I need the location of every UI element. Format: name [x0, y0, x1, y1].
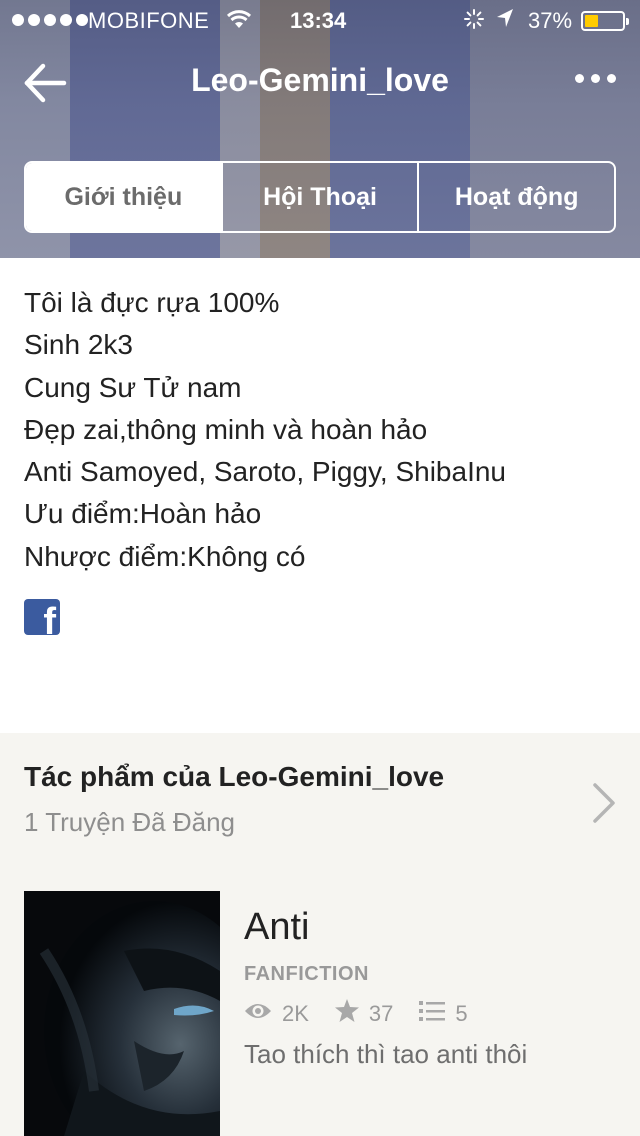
profile-username-title: Leo-Gemini_love — [191, 62, 449, 98]
votes-stat: 37 — [334, 999, 394, 1028]
story-stats: 2K 37 5 — [244, 999, 494, 1028]
bio-line: Cung Sư Tử nam — [24, 371, 242, 403]
story-title[interactable]: Anti — [244, 906, 309, 949]
bio-line: Ưu điểm:Hoàn hảo — [24, 498, 262, 530]
bio-line: Tôi là đực rựa 100% — [24, 287, 280, 318]
story-description: Tao thích thì tao anti thôi — [244, 1039, 528, 1069]
eye-icon — [244, 1001, 282, 1027]
wifi-icon — [226, 8, 252, 36]
tab-about[interactable]: Giới thiệu — [26, 163, 221, 231]
status-time: 13:34 — [290, 8, 347, 33]
battery-icon — [581, 11, 629, 31]
works-count: 1 Truyện Đã Đăng — [24, 807, 236, 837]
back-arrow-icon[interactable] — [22, 60, 68, 106]
star-icon — [334, 999, 369, 1028]
parts-stat: 5 — [419, 1000, 468, 1028]
chevron-right-icon[interactable] — [590, 781, 618, 825]
tab-activity[interactable]: Hoạt động — [417, 163, 614, 231]
profile-bio: Tôi là đực rựa 100% Sinh 2k3 Cung Sư Tử … — [24, 282, 614, 578]
bio-line: Anti Samoyed, Saroto, Piggy, ShibaInu — [24, 456, 506, 488]
profile-tabs: Giới thiệu Hội Thoại Hoạt động — [24, 161, 616, 233]
reads-count: 2K — [282, 1000, 309, 1026]
activity-spinner-icon — [463, 8, 485, 36]
signal-strength-icon — [12, 14, 88, 26]
bio-line: Nhược điểm:Không có — [24, 540, 306, 572]
profile-header: MOBIFONE 13:34 37% Leo-Gemini_love Giới … — [0, 0, 640, 258]
story-genre: FANFICTION — [244, 963, 369, 985]
more-options-icon[interactable] — [575, 74, 616, 83]
votes-count: 37 — [368, 1000, 394, 1026]
story-cover-image[interactable] — [24, 891, 220, 1136]
works-title[interactable]: Tác phẩm của Leo-Gemini_love — [24, 761, 444, 793]
status-bar: MOBIFONE 13:34 37% — [0, 0, 640, 40]
facebook-icon[interactable]: f — [24, 599, 60, 635]
nav-bar: Leo-Gemini_love — [0, 50, 640, 120]
battery-percent: 37% — [528, 8, 573, 33]
carrier-name: MOBIFONE — [88, 8, 210, 33]
list-icon — [419, 1000, 455, 1028]
reads-stat: 2K — [244, 1001, 309, 1027]
works-section: Tác phẩm của Leo-Gemini_love 1 Truyện Đã… — [0, 733, 640, 1136]
battery-level — [585, 15, 598, 27]
parts-count: 5 — [455, 1000, 468, 1026]
bio-line: Sinh 2k3 — [24, 329, 133, 361]
location-arrow-icon — [495, 7, 515, 35]
bio-line: Đẹp zai,thông minh và hoàn hảo — [24, 413, 428, 445]
tab-conversations[interactable]: Hội Thoại — [220, 163, 418, 231]
